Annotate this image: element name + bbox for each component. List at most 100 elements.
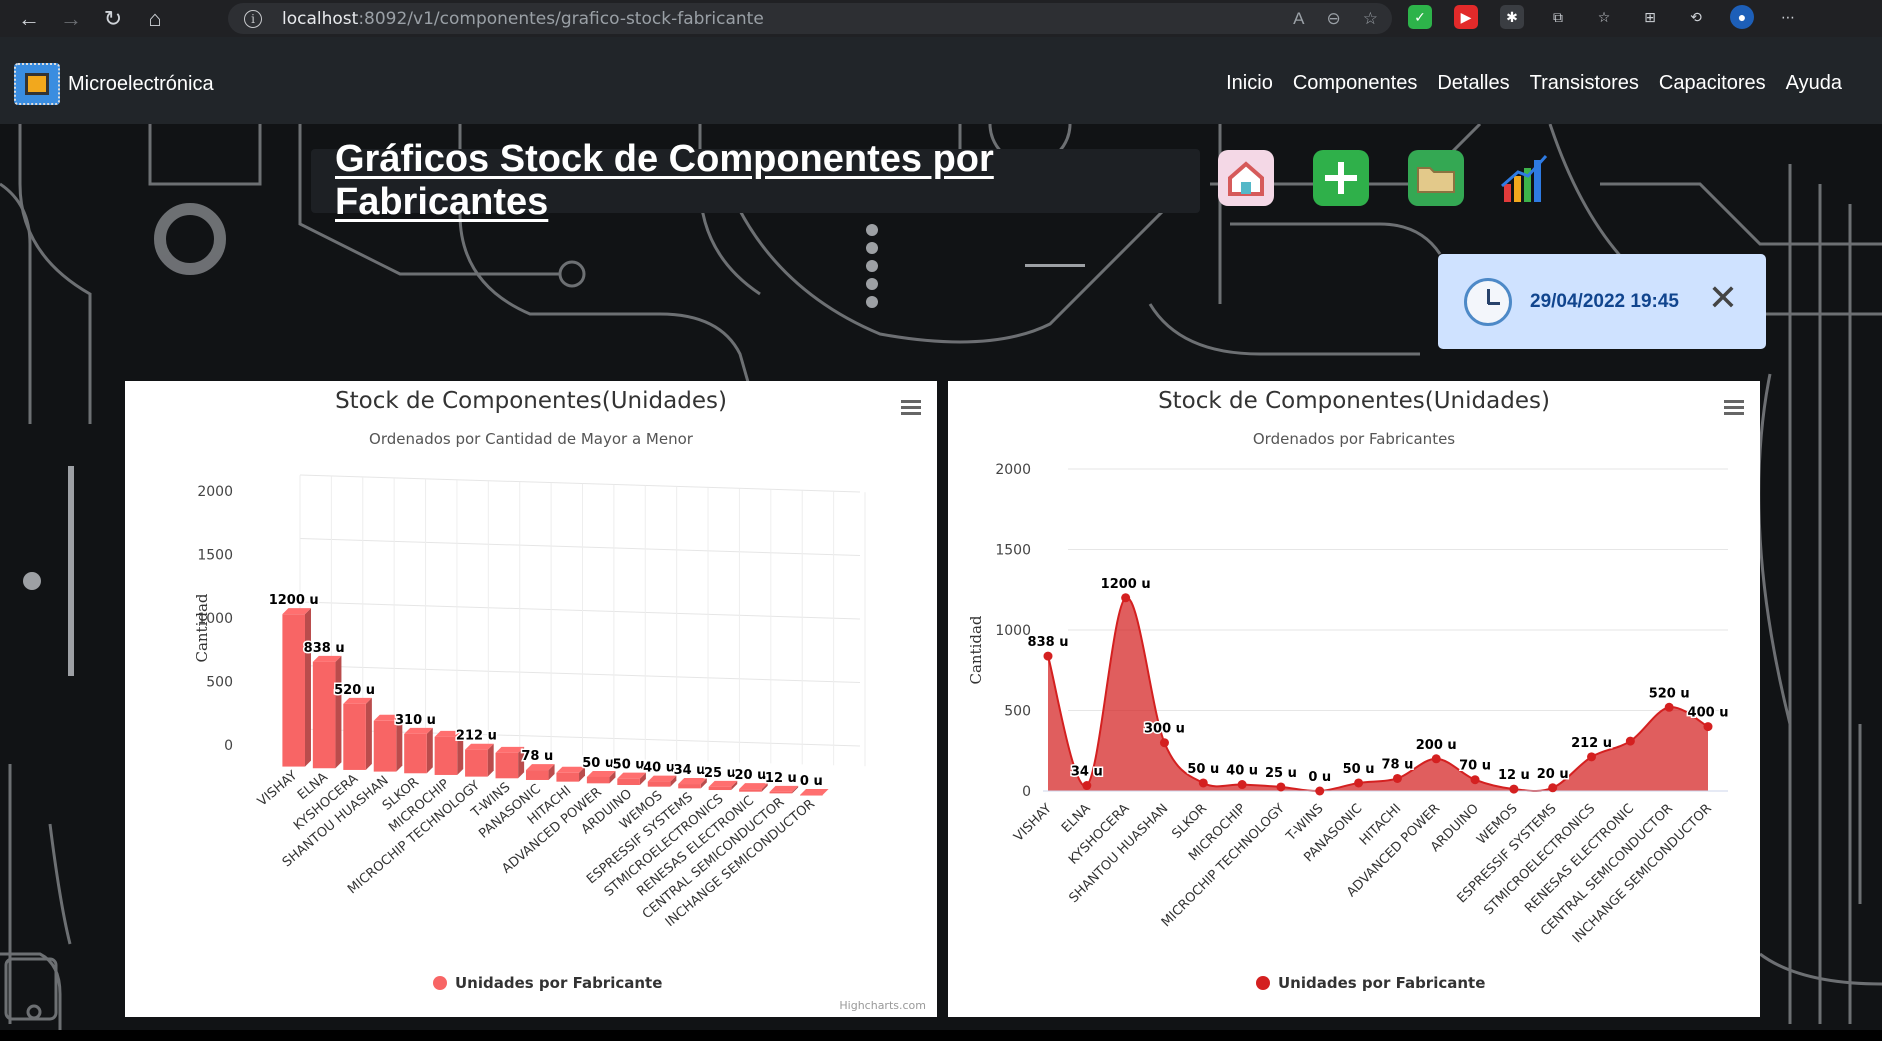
video-extension-icon[interactable]: ▶ bbox=[1454, 5, 1478, 29]
bottom-strip bbox=[0, 1030, 1882, 1041]
data-point bbox=[1043, 651, 1053, 661]
chart-menu-icon[interactable] bbox=[1724, 400, 1744, 415]
data-point bbox=[1625, 736, 1635, 746]
data-label: 40 u bbox=[1226, 764, 1258, 779]
x-tick-label: VISHAY bbox=[255, 768, 300, 809]
data-point bbox=[1159, 738, 1169, 748]
read-aloud-icon[interactable]: A bbox=[1293, 9, 1304, 29]
nav-detalles[interactable]: Detalles bbox=[1437, 72, 1509, 95]
brand-name[interactable]: Microelectrónica bbox=[68, 73, 214, 96]
bar bbox=[312, 661, 336, 769]
data-point bbox=[1703, 722, 1713, 732]
favorites-icon[interactable]: ☆ bbox=[1592, 5, 1616, 29]
chart-icon[interactable] bbox=[1498, 150, 1554, 206]
y-tick-label: 2000 bbox=[995, 462, 1031, 478]
gridline bbox=[299, 601, 861, 620]
data-point bbox=[1587, 752, 1597, 762]
data-point bbox=[1082, 781, 1092, 791]
data-label: 1200 u bbox=[1101, 577, 1151, 592]
nav-componentes[interactable]: Componentes bbox=[1293, 72, 1418, 95]
zoom-icon[interactable]: ⊖ bbox=[1327, 9, 1341, 29]
brand[interactable]: Microelectrónica bbox=[14, 63, 214, 105]
data-label: 0 u bbox=[1308, 770, 1331, 785]
forward-icon[interactable]: → bbox=[58, 6, 84, 32]
globe-extension-icon[interactable]: ✱ bbox=[1500, 5, 1524, 29]
site-info-icon[interactable]: i bbox=[244, 9, 262, 28]
folder-icon[interactable] bbox=[1408, 150, 1464, 206]
data-label: 50 u bbox=[1343, 762, 1375, 777]
data-point bbox=[1315, 786, 1325, 796]
page-title: Gráficos Stock de Componentes por Fabric… bbox=[335, 138, 994, 223]
data-point bbox=[1237, 780, 1247, 790]
nav-transistores[interactable]: Transistores bbox=[1530, 72, 1639, 95]
data-point bbox=[1354, 778, 1364, 788]
data-label: 20 u bbox=[1537, 767, 1569, 782]
bar bbox=[434, 736, 458, 775]
chart-subtitle: Ordenados por Fabricantes bbox=[1253, 430, 1455, 448]
data-point bbox=[1276, 782, 1286, 792]
area-fill bbox=[1048, 597, 1708, 792]
data-point bbox=[1198, 778, 1208, 788]
nav-ayuda[interactable]: Ayuda bbox=[1786, 72, 1842, 95]
bar bbox=[769, 791, 793, 794]
profile-avatar[interactable]: ● bbox=[1730, 5, 1754, 29]
chart-panel-area: Stock de Componentes(Unidades) Ordenados … bbox=[948, 381, 1760, 1017]
legend-label: Unidades por Fabricante bbox=[455, 974, 662, 992]
extensions-icon[interactable]: ⧉ bbox=[1546, 5, 1570, 29]
data-point bbox=[1664, 702, 1674, 712]
y-tick-label: 1000 bbox=[995, 623, 1031, 639]
home-icon[interactable] bbox=[1218, 150, 1274, 206]
data-label: 1200 u bbox=[269, 593, 319, 608]
address-bar[interactable]: i localhost:8092/v1/componentes/grafico-… bbox=[228, 3, 1392, 34]
y-tick-label: 500 bbox=[1004, 704, 1031, 720]
collections-icon[interactable]: ⊞ bbox=[1638, 5, 1662, 29]
chart-menu-icon[interactable] bbox=[901, 400, 921, 415]
more-menu-icon[interactable]: ⋯ bbox=[1776, 5, 1800, 29]
y-axis-title: Cantidad bbox=[967, 615, 985, 684]
data-label: 50 u bbox=[1187, 762, 1219, 777]
y-tick-label: 2000 bbox=[197, 484, 233, 500]
data-label: 50 u bbox=[582, 756, 614, 771]
add-icon[interactable] bbox=[1313, 150, 1369, 206]
bar bbox=[343, 703, 366, 770]
legend-marker bbox=[433, 976, 447, 990]
close-icon[interactable]: ✕ bbox=[1708, 280, 1738, 316]
data-label: 520 u bbox=[334, 683, 375, 698]
data-point bbox=[1392, 773, 1402, 783]
data-label: 838 u bbox=[1028, 635, 1069, 650]
refresh-icon[interactable]: ↻ bbox=[100, 6, 126, 32]
data-label: 70 u bbox=[1459, 759, 1491, 774]
favorite-add-icon[interactable]: ☆ bbox=[1363, 9, 1378, 29]
data-label: 25 u bbox=[704, 766, 736, 781]
data-label: 78 u bbox=[1381, 757, 1413, 772]
bar bbox=[282, 614, 305, 767]
data-label: 212 u bbox=[456, 729, 497, 744]
bar-side bbox=[426, 727, 433, 774]
bar bbox=[678, 784, 701, 789]
gridline bbox=[299, 538, 861, 556]
bar bbox=[373, 720, 397, 772]
data-label: 50 u bbox=[613, 758, 645, 773]
y-tick-label: 500 bbox=[206, 675, 233, 691]
data-point bbox=[1470, 775, 1480, 785]
data-point bbox=[1431, 754, 1441, 764]
nav-capacitores[interactable]: Capacitores bbox=[1659, 72, 1766, 95]
data-point bbox=[1121, 593, 1131, 603]
shield-extension-icon[interactable]: ✓ bbox=[1408, 5, 1432, 29]
bar bbox=[495, 752, 519, 779]
chart-panel-columns: Stock de Componentes(Unidades) Ordenados … bbox=[125, 381, 937, 1017]
home-browser-icon[interactable]: ⌂ bbox=[142, 6, 168, 32]
y-tick-label: 0 bbox=[224, 738, 233, 754]
nav-inicio[interactable]: Inicio bbox=[1226, 72, 1273, 95]
data-label: 20 u bbox=[734, 768, 766, 783]
data-label: 838 u bbox=[304, 641, 345, 656]
history-icon[interactable]: ⟲ bbox=[1684, 5, 1708, 29]
datetime-toast: 29/04/2022 19:45 ✕ bbox=[1438, 254, 1766, 349]
browser-toolbar: ← → ↻ ⌂ i localhost:8092/v1/componentes/… bbox=[0, 0, 1882, 37]
back-icon[interactable]: ← bbox=[16, 6, 42, 32]
data-label: 34 u bbox=[674, 763, 706, 778]
url-text[interactable]: localhost:8092/v1/componentes/grafico-st… bbox=[282, 9, 764, 29]
bar bbox=[799, 795, 823, 796]
chart-title: Stock de Componentes(Unidades) bbox=[335, 388, 727, 414]
chip-logo-icon bbox=[14, 63, 60, 105]
